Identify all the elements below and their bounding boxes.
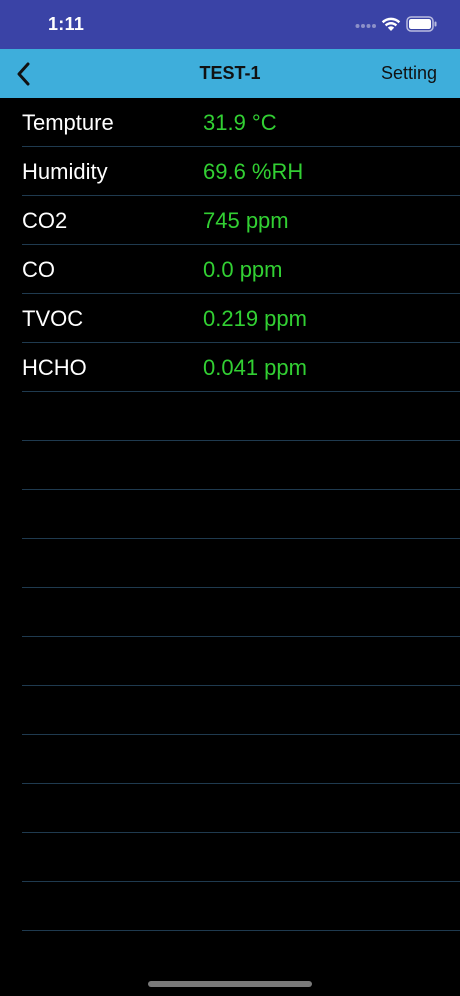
home-indicator[interactable] xyxy=(148,981,312,987)
reading-value: 31.9 °C xyxy=(203,110,277,135)
status-bar: 1:11 xyxy=(0,0,460,49)
empty-table-row xyxy=(22,392,460,441)
reading-value: 0.219 ppm xyxy=(203,306,307,331)
table-row: CO 0.0 ppm xyxy=(22,245,460,294)
reading-value: 0.0 ppm xyxy=(203,257,283,282)
table-row: Humidity 69.6 %RH xyxy=(22,147,460,196)
reading-label: CO xyxy=(22,257,55,282)
empty-table-row xyxy=(22,637,460,686)
empty-table-row xyxy=(22,735,460,784)
cellular-signal-icon xyxy=(355,24,376,28)
chevron-left-icon xyxy=(17,62,30,86)
table-row: HCHO 0.041 ppm xyxy=(22,343,460,392)
reading-label: TVOC xyxy=(22,306,84,331)
table-row: CO2 745 ppm xyxy=(22,196,460,245)
empty-table-row xyxy=(22,539,460,588)
table-row: Tempture 31.9 °C xyxy=(22,98,460,147)
wifi-icon xyxy=(381,17,401,31)
reading-label: Humidity xyxy=(22,159,108,184)
reading-label: Tempture xyxy=(22,110,114,135)
empty-table-row xyxy=(22,784,460,833)
back-button[interactable] xyxy=(8,57,40,91)
battery-icon xyxy=(406,16,437,32)
empty-table-row xyxy=(22,686,460,735)
table-row: TVOC 0.219 ppm xyxy=(22,294,460,343)
empty-table-row xyxy=(22,490,460,539)
empty-table-row xyxy=(22,882,460,931)
reading-label: CO2 xyxy=(22,208,68,233)
reading-value: 745 ppm xyxy=(203,208,289,233)
reading-value: 0.041 ppm xyxy=(203,355,307,380)
reading-value: 69.6 %RH xyxy=(203,159,304,184)
screen: 1:11 TEST-1 Setting Tempture 31.9 °C Hum… xyxy=(0,0,460,996)
empty-table-row xyxy=(22,441,460,490)
empty-table-row xyxy=(22,833,460,882)
navigation-bar: TEST-1 Setting xyxy=(0,49,460,98)
readings-table: Tempture 31.9 °C Humidity 69.6 %RH CO2 7… xyxy=(0,98,460,931)
empty-table-row xyxy=(22,588,460,637)
status-time: 1:11 xyxy=(48,14,85,34)
reading-label: HCHO xyxy=(22,355,87,380)
setting-button[interactable]: Setting xyxy=(381,63,437,84)
